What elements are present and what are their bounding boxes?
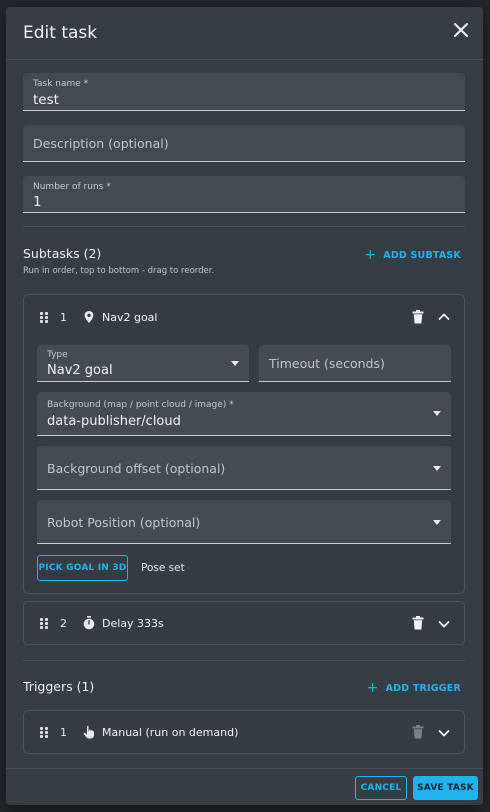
dialog-title: Edit task [23,23,98,43]
trigger-card-1[interactable]: 1 Manual (run on demand) [23,710,465,754]
location-pin-icon [84,311,94,323]
robot-position-select[interactable]: Robot Position (optional) [37,500,451,544]
close-button[interactable] [453,22,469,38]
add-subtask-button[interactable]: + ADD SUBTASK [364,247,461,263]
subtask-name: Delay 333s [102,617,164,630]
dialog-footer: CANCEL SAVE TASK [6,768,483,805]
subtask-card-2[interactable]: 2 Delay 333s [23,601,465,645]
background-offset-select[interactable]: Background offset (optional) [37,446,451,490]
drag-handle-icon[interactable] [40,618,49,630]
trash-icon[interactable] [412,616,424,630]
drag-handle-icon[interactable] [40,312,49,324]
number-of-runs-field[interactable]: Number of runs * 1 [23,176,465,213]
subtask-name: Nav2 goal [102,311,158,324]
close-icon [454,23,468,37]
divider [23,660,465,661]
plus-icon: + [366,680,379,696]
timeout-input[interactable]: Timeout (seconds) [259,345,451,382]
add-trigger-button[interactable]: + ADD TRIGGER [367,680,461,696]
trigger-index: 1 [60,726,67,739]
number-of-runs-label: Number of runs * [33,182,111,192]
subtasks-title: Subtasks (2) [23,246,102,261]
pose-status: Pose set [141,562,185,574]
chevron-down-icon[interactable] [438,618,450,630]
type-label: Type [47,350,68,360]
drag-handle-icon[interactable] [40,727,49,739]
chevron-up-icon[interactable] [438,311,450,323]
task-name-field[interactable]: Task name * test [23,73,465,111]
dropdown-arrow-icon [231,361,239,366]
subtask-header[interactable]: 1 Nav2 goal [24,295,464,339]
triggers-title: Triggers (1) [23,679,95,694]
pick-goal-3d-button[interactable]: PICK GOAL IN 3D [37,555,128,581]
background-offset-placeholder: Background offset (optional) [47,461,226,476]
subtask-card-1: 1 Nav2 goal Type Nav2 goal Timeout (seco… [23,294,465,594]
plus-icon: + [364,247,377,263]
timeout-placeholder: Timeout (seconds) [269,356,385,371]
trash-icon[interactable] [412,310,424,324]
subtasks-hint: Run in order, top to bottom - drag to re… [23,266,215,276]
trash-icon[interactable] [412,725,424,739]
subtask-index: 2 [60,617,67,630]
dropdown-arrow-icon [433,466,441,471]
chevron-down-icon[interactable] [438,727,450,739]
add-subtask-label: ADD SUBTASK [383,250,461,261]
background-value: data-publisher/cloud [47,414,181,429]
description-placeholder: Description (optional) [33,136,169,151]
background-select[interactable]: Background (map / point cloud / image) *… [37,392,451,436]
type-select[interactable]: Type Nav2 goal [37,345,249,382]
add-trigger-label: ADD TRIGGER [385,683,461,694]
subtask-index: 1 [60,311,67,324]
tap-hand-icon [83,725,94,739]
number-of-runs-value: 1 [33,194,42,210]
divider [23,226,465,227]
description-field[interactable]: Description (optional) [23,125,465,162]
dialog-header: Edit task [6,7,483,60]
robot-position-placeholder: Robot Position (optional) [47,515,201,530]
task-name-value: test [33,92,59,108]
trigger-name: Manual (run on demand) [102,726,239,739]
dropdown-arrow-icon [433,520,441,525]
dropdown-arrow-icon [433,411,441,416]
stopwatch-icon [83,616,95,630]
edit-task-dialog: Edit task Task name * test Description (… [6,7,483,805]
background-label: Background (map / point cloud / image) * [47,400,234,410]
type-value: Nav2 goal [47,363,113,378]
save-task-button[interactable]: SAVE TASK [413,776,478,800]
task-name-label: Task name * [33,79,89,89]
cancel-button[interactable]: CANCEL [355,776,407,800]
